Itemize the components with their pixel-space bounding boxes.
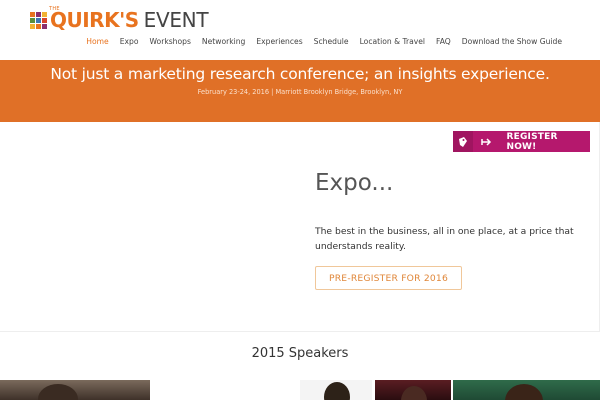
banner-title: Not just a marketing research conference… (50, 65, 550, 83)
ticket-icon (453, 131, 473, 152)
nav-item-schedule[interactable]: Schedule (314, 36, 349, 50)
nav-item-show-guide[interactable]: Download the Show Guide (462, 36, 562, 50)
nav-item-networking[interactable]: Networking (202, 36, 245, 50)
logo-mark-icon (30, 11, 47, 29)
site-header: THE QUIRK'S EVENT Home Expo Workshops Ne… (0, 0, 600, 61)
nav-item-expo[interactable]: Expo (120, 36, 139, 50)
expo-description: The best in the business, all in one pla… (315, 226, 574, 252)
nav-item-location-travel[interactable]: Location & Travel (360, 36, 425, 50)
logo-quirks: QUIRK'S (50, 8, 139, 32)
logo-event: EVENT (143, 8, 209, 32)
speaker-photo[interactable] (0, 380, 150, 400)
speaker-photo[interactable] (453, 380, 600, 400)
nav-item-home[interactable]: Home (86, 36, 108, 50)
nav-item-workshops[interactable]: Workshops (149, 36, 190, 50)
register-now-label: REGISTER NOW! (506, 131, 558, 152)
speaker-photo[interactable] (375, 380, 451, 400)
pre-register-button[interactable]: PRE-REGISTER FOR 2016 (315, 266, 462, 290)
logo-the: THE (49, 6, 60, 12)
banner-subtitle: February 23-24, 2016 | Marriott Brooklyn… (197, 88, 403, 96)
main-nav: Home Expo Workshops Networking Experienc… (86, 36, 570, 50)
register-now-button[interactable]: REGISTER NOW! (453, 131, 590, 152)
nav-item-experiences[interactable]: Experiences (256, 36, 302, 50)
speaker-photo[interactable] (300, 380, 372, 400)
speakers-heading: 2015 Speakers (251, 346, 349, 361)
nav-item-faq[interactable]: FAQ (436, 36, 451, 50)
site-logo[interactable]: THE QUIRK'S EVENT (30, 6, 209, 33)
arrow-right-icon (473, 137, 501, 147)
expo-heading: Expo... (315, 170, 394, 196)
hero-banner: Not just a marketing research conference… (0, 60, 600, 122)
